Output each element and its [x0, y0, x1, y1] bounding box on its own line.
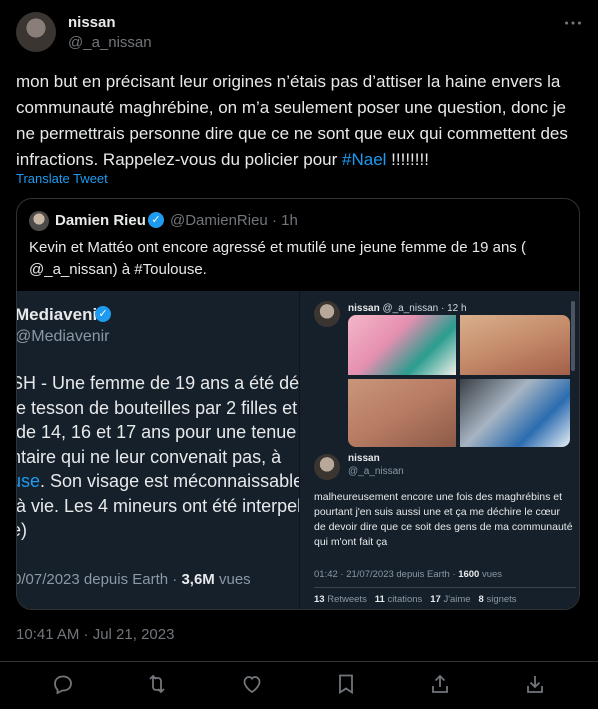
image-post-views: 3,6M [181, 571, 215, 588]
image-scrollbar [571, 301, 575, 371]
author-handle[interactable]: @_a_nissan [68, 34, 152, 51]
quoted-tweet[interactable]: Damien Rieu ✓ @DamienRieu · 1h Kevin et … [16, 198, 580, 610]
image-line: . Son visage est méconnaissable [40, 471, 299, 491]
image-post-text: malheureusement encore une fois des magh… [314, 491, 573, 548]
image-line: ntaire qui ne leur convenait pas, à [17, 446, 282, 467]
image-post-meta: 01:42 · 21/07/2023 depuis Earth · 1600 v… [314, 569, 502, 580]
quote-avatar [29, 211, 49, 231]
share-icon[interactable] [428, 672, 456, 700]
image-post-footer: 0/07/2023 depuis Earth · 3,6M vues [17, 571, 251, 588]
tweet-text-main: mon but en précisant leur origines n’éta… [16, 72, 568, 169]
quote-handle: @DamienRieu [170, 212, 268, 229]
tweet-actions [0, 672, 598, 700]
quote-time: · 1h [271, 212, 298, 229]
image-post-stats: 13 Retweets 11 citations 17 J'aime 8 sig… [314, 594, 517, 605]
quote-author-name: Damien Rieu [55, 212, 146, 229]
photo-thumb [460, 379, 570, 447]
image-link: use [17, 471, 41, 491]
stat-label: signets [486, 594, 517, 605]
image-post-views: 1600 [458, 569, 480, 580]
stat-number: 13 [314, 594, 325, 605]
tweet-text: mon but en précisant leur origines n’éta… [16, 69, 582, 173]
photo-thumb [348, 379, 456, 447]
image-line: SH - Une femme de 19 ans a été défi [17, 373, 299, 393]
image-line: à vie. Les 4 mineurs ont été interpel [17, 495, 299, 516]
photo-grid [348, 315, 570, 447]
photo-thumb [348, 315, 456, 375]
image-post-date: 0/07/2023 depuis Earth · [17, 571, 182, 588]
reply-icon[interactable] [51, 672, 79, 700]
author-name[interactable]: nissan [68, 14, 116, 31]
stat-label: J'aime [443, 594, 471, 605]
verified-icon: ✓ [95, 306, 111, 322]
image-author-name: nissan [348, 453, 380, 464]
more-icon[interactable] [562, 12, 584, 39]
image-post-views-label: vues [214, 571, 251, 588]
image-line: e) [17, 520, 28, 540]
image-post-views-label: vues [479, 569, 503, 580]
quote-text: Kevin et Mattéo ont encore agressé et mu… [29, 239, 526, 278]
quote-handle-time: @DamienRieu · 1h [170, 212, 298, 229]
stat-label: Retweets [327, 594, 367, 605]
stat-number: 11 [374, 594, 385, 605]
image-author-line: nissan @_a_nissan · 12 h [348, 303, 467, 314]
image-post-text: SH - Une femme de 19 ans a été défi e te… [17, 371, 299, 543]
image-author-handle: @_a_nissan [348, 466, 404, 477]
image-avatar [314, 301, 340, 327]
tweet-timestamp[interactable]: 10:41 AM · Jul 21, 2023 [16, 626, 174, 643]
image-line: de 14, 16 et 17 ans pour une tenue [17, 422, 297, 442]
author-avatar[interactable] [16, 12, 56, 52]
image-author-handle: @Mediavenir [17, 328, 110, 345]
quote-media[interactable]: Mediavenir ✓ @Mediavenir SH - Une femme … [17, 291, 579, 609]
retweet-icon[interactable] [145, 672, 173, 700]
bookmark-icon[interactable] [334, 672, 362, 700]
stat-label: citations [387, 594, 423, 605]
image-author-name: Mediavenir [17, 305, 104, 324]
image-line: e tesson de bouteilles par 2 filles et [17, 397, 298, 418]
image-post-date: 01:42 · 21/07/2023 depuis Earth · [314, 569, 459, 580]
verified-icon: ✓ [148, 212, 164, 228]
stat-number: 17 [430, 594, 441, 605]
download-icon[interactable] [523, 672, 551, 700]
image-author-handle: @_a_nissan · 12 h [379, 303, 467, 314]
stat-number: 8 [478, 594, 484, 605]
like-icon[interactable] [240, 672, 268, 700]
tweet-text-end: !!!!!!!! [386, 150, 429, 169]
image-avatar [314, 454, 340, 480]
image-divider [314, 587, 576, 588]
image-author-name: nissan [348, 303, 380, 314]
actions-separator [0, 661, 598, 662]
media-image-left[interactable]: Mediavenir ✓ @Mediavenir SH - Une femme … [17, 291, 299, 609]
media-image-right[interactable]: nissan @_a_nissan · 12 h nissan @_a_niss… [300, 291, 579, 609]
photo-thumb [460, 315, 570, 375]
translate-tweet-link[interactable]: Translate Tweet [16, 171, 108, 186]
hashtag-link[interactable]: #Nael [342, 150, 386, 169]
